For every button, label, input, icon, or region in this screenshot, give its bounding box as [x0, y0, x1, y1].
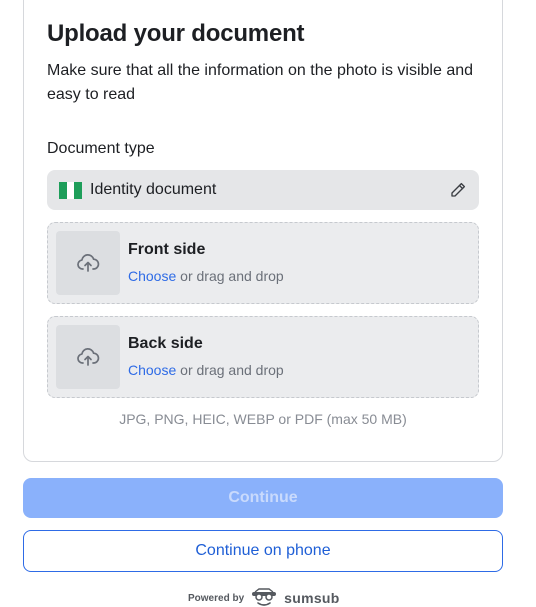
page-title: Upload your document [47, 20, 305, 47]
back-upload-thumbnail [56, 325, 120, 389]
back-drag-text: or drag and drop [176, 362, 284, 378]
pencil-icon[interactable] [449, 181, 467, 199]
file-formats-hint: JPG, PNG, HEIC, WEBP or PDF (max 50 MB) [119, 411, 407, 427]
cloud-upload-icon [77, 254, 100, 272]
back-side-title: Back side [128, 335, 203, 352]
front-choose-link[interactable]: Choose [128, 268, 176, 284]
front-drag-text: or drag and drop [176, 268, 284, 284]
document-type-value: Identity document [90, 181, 217, 198]
powered-by-footer: Powered by sumsub [188, 588, 340, 607]
front-upload-thumbnail [56, 231, 120, 295]
front-side-upload[interactable]: Front side Choose or drag and drop [47, 222, 479, 304]
cloud-upload-icon [77, 348, 100, 366]
document-type-select[interactable]: Identity document [47, 170, 479, 210]
back-side-upload[interactable]: Back side Choose or drag and drop [47, 316, 479, 398]
back-choose-link[interactable]: Choose [128, 362, 176, 378]
document-type-label: Document type [47, 140, 155, 157]
continue-button[interactable]: Continue [23, 478, 503, 518]
front-side-hint: Choose or drag and drop [128, 268, 284, 284]
back-side-hint: Choose or drag and drop [128, 362, 284, 378]
brand-name: sumsub [284, 590, 340, 606]
powered-by-text: Powered by [188, 592, 245, 604]
page-subtitle: Make sure that all the information on th… [47, 62, 474, 103]
nigeria-flag-icon [59, 181, 83, 199]
sumsub-logo-icon [252, 588, 277, 606]
continue-on-phone-button[interactable]: Continue on phone [23, 530, 503, 572]
front-side-title: Front side [128, 241, 206, 258]
